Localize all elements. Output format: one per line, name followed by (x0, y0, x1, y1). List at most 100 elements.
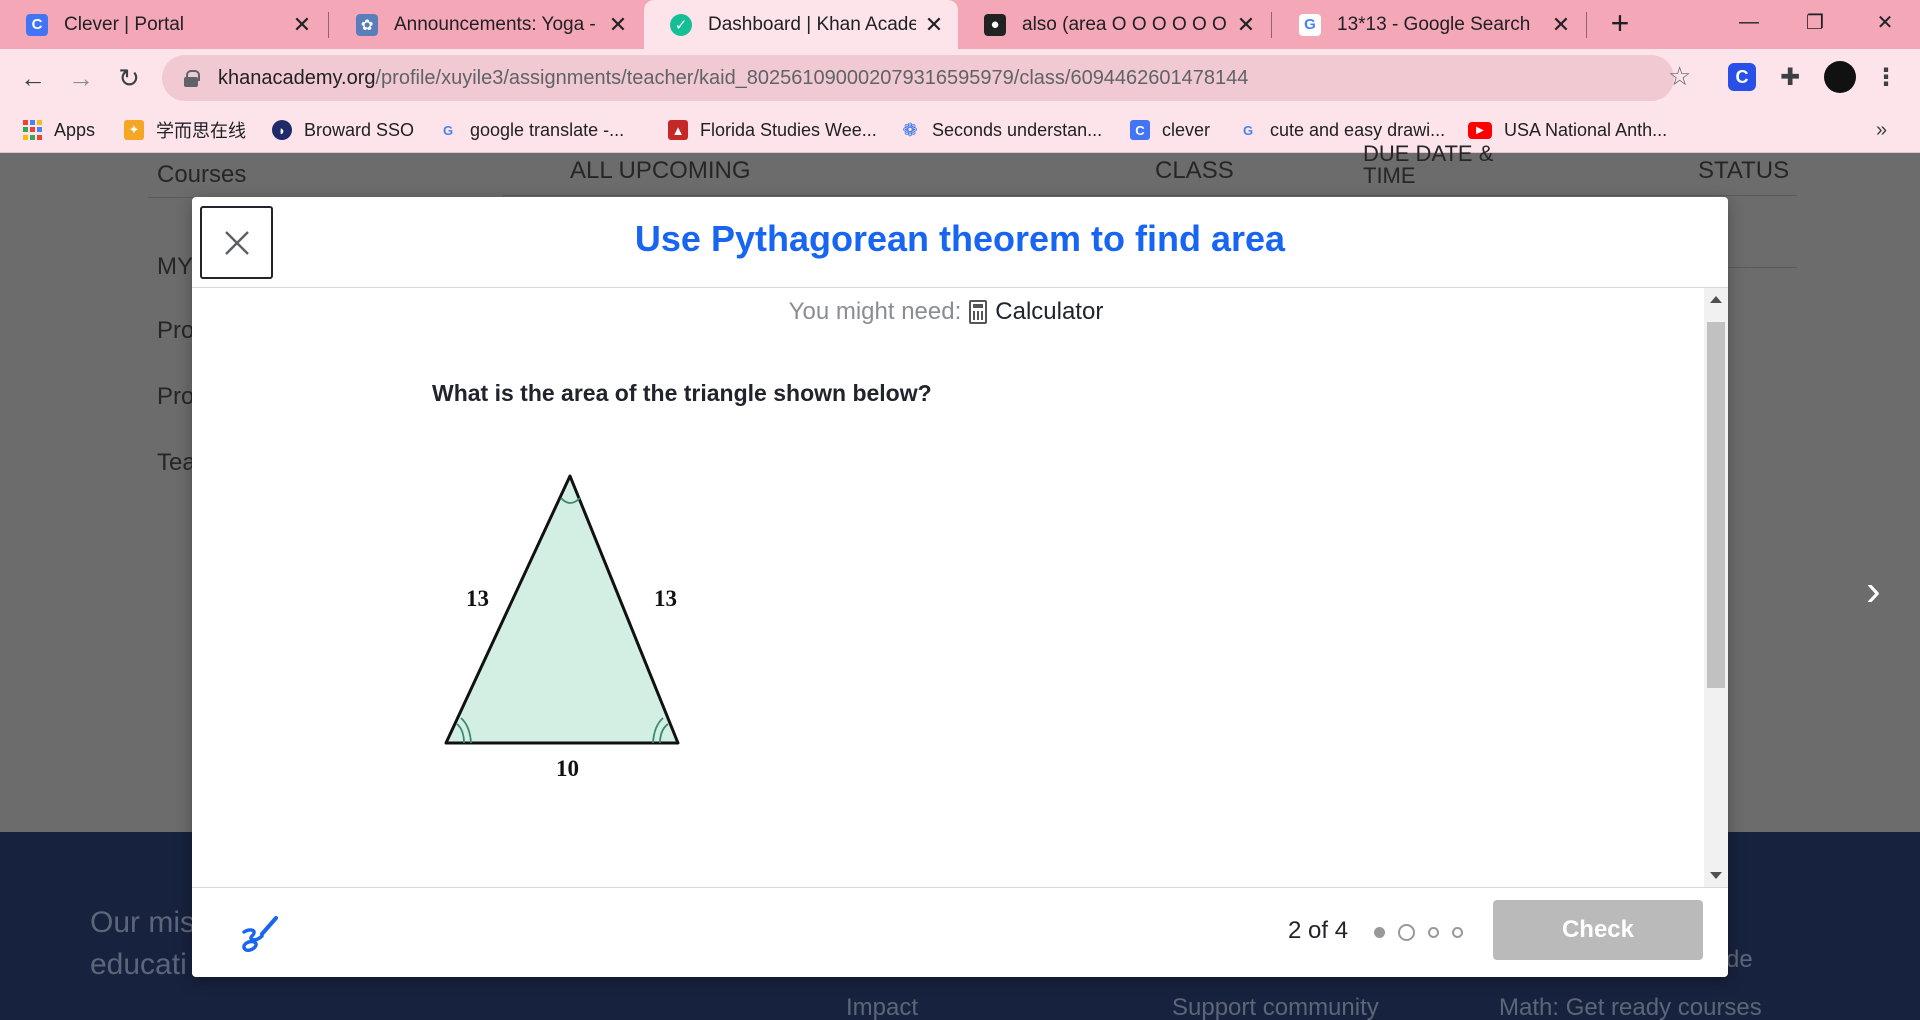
check-answer-button[interactable]: Check (1493, 900, 1703, 960)
bookmark-apps[interactable]: Apps (22, 115, 95, 145)
footer-mission-line1: Our mis (90, 906, 195, 939)
close-icon[interactable]: ✕ (292, 12, 312, 38)
profile-avatar[interactable] (1824, 61, 1856, 93)
chevron-right-icon[interactable]: › (1866, 566, 1881, 616)
clever-icon: C (26, 13, 48, 36)
bookmarks-bar: Apps ✦ 学而思在线 ◗ Broward SSO G google tran… (0, 107, 1920, 153)
question-text: What is the area of the triangle shown b… (432, 380, 932, 406)
clever-icon: C (1130, 120, 1150, 140)
tab-separator (1586, 12, 1587, 38)
broward-icon: ◗ (272, 120, 292, 140)
extensions-puzzle-icon[interactable]: ✚ (1776, 63, 1804, 91)
bookmark-star-icon[interactable]: ☆ (1668, 61, 1691, 92)
minimize-icon[interactable]: — (1716, 0, 1782, 44)
tab-announcements[interactable]: ✿ Announcements: Yoga - Fec ✕ (330, 0, 642, 49)
bookmark-usa-anthem[interactable]: ▶ USA National Anth... (1468, 115, 1667, 145)
footer-link-support[interactable]: Support community (1172, 994, 1379, 1020)
url-path: /profile/xuyile3/assignments/teacher/kai… (375, 66, 1249, 89)
paw-icon: ❁ (902, 119, 918, 140)
menu-kebab-icon[interactable]: ⋮ (1872, 63, 1900, 91)
sidebar-item-tea[interactable]: Tea (157, 449, 196, 477)
tab-title: Dashboard | Khan Academy (708, 13, 916, 35)
bookmarks-overflow-button[interactable]: » (1876, 119, 1887, 142)
tab-strip: C Clever | Portal ✕ ✿ Announcements: Yog… (0, 0, 1920, 49)
tab-title: 13*13 - Google Search (1337, 13, 1531, 35)
browser-toolbar: ← → ↻ khanacademy.org/profile/xuyile3/as… (0, 49, 1920, 107)
search-engine-icon: ● (984, 13, 1006, 36)
footer-link-impact[interactable]: Impact (846, 994, 918, 1020)
progress-dot (1374, 927, 1385, 938)
calculator-icon (969, 300, 988, 324)
scroll-up-arrow-icon[interactable] (1710, 296, 1722, 303)
bookmark-label: google translate -... (470, 119, 625, 140)
bookmark-xueersi[interactable]: ✦ 学而思在线 (124, 115, 246, 145)
progress-dot-current (1398, 924, 1415, 941)
bookmark-google-translate[interactable]: G google translate -... (438, 115, 624, 145)
footer-link-math[interactable]: Math: Get ready courses (1499, 994, 1762, 1020)
side-left-label: 13 (466, 586, 489, 611)
exercise-modal: Use Pythagorean theorem to find area You… (192, 197, 1728, 977)
sidebar-item-pro[interactable]: Pro (157, 317, 194, 345)
url-host: khanacademy.org (218, 66, 376, 89)
exercise-title: Use Pythagorean theorem to find area (634, 218, 1286, 259)
you-might-need: You might need: Calculator (192, 298, 1700, 326)
content-scrollbar[interactable] (1704, 288, 1728, 887)
xueersi-icon: ✦ (124, 120, 144, 140)
tab-khan-academy[interactable]: ✓ Dashboard | Khan Academy ✕ (644, 0, 958, 49)
apps-grid-icon (22, 120, 42, 140)
close-icon[interactable]: ✕ (924, 12, 944, 38)
bookmark-clever[interactable]: C clever (1130, 115, 1210, 145)
reload-icon[interactable]: ↻ (112, 61, 146, 95)
calculator-link[interactable]: Calculator (995, 298, 1103, 326)
progress-count: 2 of 4 (1288, 917, 1349, 944)
exercise-content: You might need: Calculator What is the a… (192, 288, 1728, 887)
scratchpad-pencil-icon[interactable] (238, 912, 280, 954)
sidebar-my: MY (157, 253, 193, 280)
classroom-icon: ✿ (356, 13, 378, 36)
divider (503, 195, 1797, 196)
address-bar[interactable]: khanacademy.org/profile/xuyile3/assignme… (162, 55, 1674, 101)
footer-link-fragment: de (1726, 946, 1753, 973)
bookmark-seconds[interactable]: ❁ Seconds understan... (900, 115, 1102, 145)
bookmark-broward[interactable]: ◗ Broward SSO (272, 115, 414, 145)
back-arrow-icon[interactable]: ← (16, 61, 50, 95)
close-icon[interactable]: ✕ (1236, 12, 1256, 38)
triangle-figure: 13 13 10 (444, 474, 680, 781)
tab-title: Announcements: Yoga - Fec (394, 13, 600, 35)
you-might-need-label: You might need: (788, 298, 962, 325)
tab-title: also (area O O O O O O - B (1022, 13, 1228, 35)
bookmark-label: clever (1162, 119, 1211, 140)
column-all-upcoming: ALL UPCOMING (570, 157, 751, 184)
window-close-icon[interactable]: ✕ (1852, 0, 1918, 44)
tab-separator (1271, 12, 1272, 38)
youtube-icon: ▶ (1468, 121, 1492, 139)
bookmark-label: 学而思在线 (156, 121, 246, 141)
close-icon[interactable]: ✕ (608, 12, 628, 38)
clever-extension-icon[interactable]: C (1728, 63, 1756, 91)
bookmark-label: Seconds understan... (932, 119, 1103, 140)
bookmark-label: Florida Studies Wee... (700, 119, 877, 140)
forward-arrow-icon[interactable]: → (64, 61, 98, 95)
close-icon[interactable]: ✕ (1551, 12, 1571, 38)
tab-clever[interactable]: C Clever | Portal ✕ (0, 0, 326, 49)
tab-title: Clever | Portal (64, 13, 185, 35)
progress-dots (1374, 924, 1476, 941)
tab-google-search[interactable]: G 13*13 - Google Search ✕ (1273, 0, 1585, 49)
bookmark-florida-studies[interactable]: ▲ Florida Studies Wee... (668, 115, 877, 145)
column-class: CLASS (1155, 157, 1234, 184)
florida-icon: ▲ (668, 120, 688, 140)
lock-icon (184, 70, 200, 87)
courses-label: Courses (157, 161, 247, 188)
tab-search-also[interactable]: ● also (area O O O O O O - B ✕ (958, 0, 1270, 49)
side-right-label: 13 (654, 586, 677, 611)
tab-separator (328, 12, 329, 38)
scroll-down-arrow-icon[interactable] (1710, 872, 1722, 879)
sidebar-item-pro[interactable]: Pro (157, 383, 194, 411)
restore-icon[interactable]: ❐ (1782, 0, 1848, 44)
new-tab-button[interactable]: + (1602, 6, 1638, 42)
bookmark-label: USA National Anth... (1504, 119, 1668, 140)
column-due-date: DUE DATE & TIME (1363, 143, 1493, 187)
google-icon: G (1242, 122, 1254, 138)
scrollbar-thumb[interactable] (1707, 322, 1725, 688)
modal-header: Use Pythagorean theorem to find area (192, 197, 1728, 288)
